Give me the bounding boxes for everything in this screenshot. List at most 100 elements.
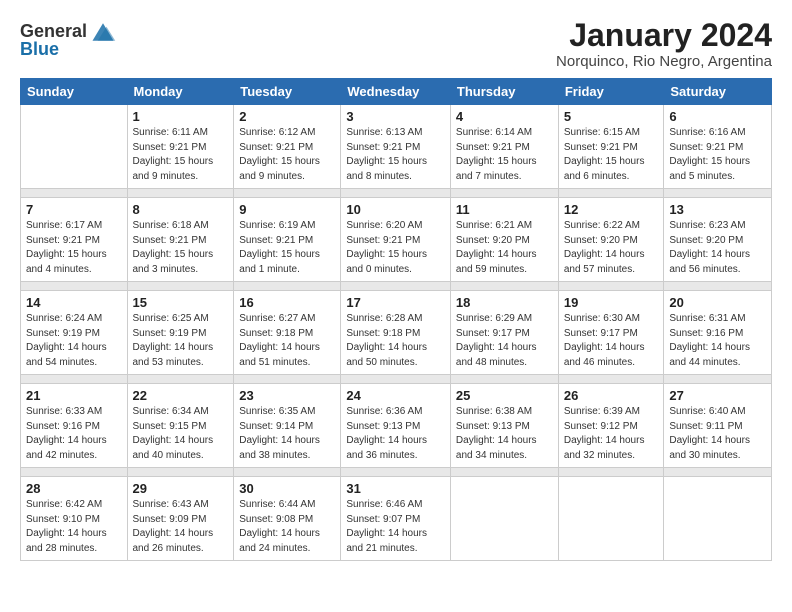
day-number: 7 — [26, 202, 122, 217]
col-saturday: Saturday — [664, 79, 772, 105]
day-info: Sunrise: 6:44 AMSunset: 9:08 PMDaylight:… — [239, 498, 335, 556]
calendar-header-row: Sunday Monday Tuesday Wednesday Thursday… — [21, 79, 772, 105]
col-sunday: Sunday — [21, 79, 128, 105]
calendar-cell: 21Sunrise: 6:33 AMSunset: 9:16 PMDayligh… — [21, 384, 128, 468]
day-number: 28 — [26, 481, 122, 496]
logo-text-blue: Blue — [20, 40, 59, 60]
week-divider — [21, 189, 772, 198]
day-number: 16 — [239, 295, 335, 310]
day-info: Sunrise: 6:28 AMSunset: 9:18 PMDaylight:… — [346, 312, 445, 370]
day-number: 15 — [133, 295, 229, 310]
day-info: Sunrise: 6:31 AMSunset: 9:16 PMDaylight:… — [669, 312, 766, 370]
calendar-cell: 3 Sunrise: 6:13 AMSunset: 9:21 PMDaylight… — [341, 105, 451, 189]
week-divider — [21, 375, 772, 384]
day-info: Sunrise: 6:34 AMSunset: 9:15 PMDaylight:… — [133, 405, 229, 463]
calendar-week-row: 7Sunrise: 6:17 AMSunset: 9:21 PMDaylight… — [21, 198, 772, 282]
calendar-cell: 22 Sunrise: 6:34 AMSunset: 9:15 PMDayligh… — [127, 384, 234, 468]
calendar-cell: 23Sunrise: 6:35 AMSunset: 9:14 PMDayligh… — [234, 384, 341, 468]
day-info: Sunrise: 6:12 AMSunset: 9:21 PMDaylight:… — [239, 126, 335, 184]
day-info: Sunrise: 6:21 AMSunset: 9:20 PMDaylight:… — [456, 219, 553, 277]
calendar-cell: 4Sunrise: 6:14 AMSunset: 9:21 PMDaylight… — [450, 105, 558, 189]
day-info: Sunrise: 6:22 AMSunset: 9:20 PMDaylight:… — [564, 219, 659, 277]
day-number: 1 — [133, 109, 229, 124]
day-info: Sunrise: 6:20 AMSunset: 9:21 PMDaylight:… — [346, 219, 445, 277]
day-number: 5 — [564, 109, 659, 124]
day-number: 8 — [133, 202, 229, 217]
calendar-cell: 9Sunrise: 6:19 AMSunset: 9:21 PMDaylight… — [234, 198, 341, 282]
day-number: 25 — [456, 388, 553, 403]
day-info: Sunrise: 6:42 AMSunset: 9:10 PMDaylight:… — [26, 498, 122, 556]
day-number: 13 — [669, 202, 766, 217]
calendar-cell — [558, 477, 664, 561]
day-number: 3 — [346, 109, 445, 124]
calendar-cell: 11 Sunrise: 6:21 AMSunset: 9:20 PMDayligh… — [450, 198, 558, 282]
calendar-cell: 26Sunrise: 6:39 AMSunset: 9:12 PMDayligh… — [558, 384, 664, 468]
day-info: Sunrise: 6:30 AMSunset: 9:17 PMDaylight:… — [564, 312, 659, 370]
day-info: Sunrise: 6:39 AMSunset: 9:12 PMDaylight:… — [564, 405, 659, 463]
week-divider — [21, 468, 772, 477]
calendar-cell: 29 Sunrise: 6:43 AMSunset: 9:09 PMDayligh… — [127, 477, 234, 561]
calendar-cell: 25 Sunrise: 6:38 AMSunset: 9:13 PMDayligh… — [450, 384, 558, 468]
calendar-week-row: 14 Sunrise: 6:24 AMSunset: 9:19 PMDayligh… — [21, 291, 772, 375]
col-friday: Friday — [558, 79, 664, 105]
day-info: Sunrise: 6:43 AMSunset: 9:09 PMDaylight:… — [133, 498, 229, 556]
day-info: Sunrise: 6:38 AMSunset: 9:13 PMDaylight:… — [456, 405, 553, 463]
calendar-cell: 28 Sunrise: 6:42 AMSunset: 9:10 PMDayligh… — [21, 477, 128, 561]
page-title: January 2024 — [556, 18, 772, 53]
day-number: 29 — [133, 481, 229, 496]
day-number: 2 — [239, 109, 335, 124]
calendar-cell: 7Sunrise: 6:17 AMSunset: 9:21 PMDaylight… — [21, 198, 128, 282]
day-info: Sunrise: 6:46 AMSunset: 9:07 PMDaylight:… — [346, 498, 445, 556]
day-number: 10 — [346, 202, 445, 217]
calendar-cell: 17 Sunrise: 6:28 AMSunset: 9:18 PMDayligh… — [341, 291, 451, 375]
calendar-cell — [664, 477, 772, 561]
calendar-cell: 13Sunrise: 6:23 AMSunset: 9:20 PMDayligh… — [664, 198, 772, 282]
day-info: Sunrise: 6:35 AMSunset: 9:14 PMDaylight:… — [239, 405, 335, 463]
calendar-cell: 18Sunrise: 6:29 AMSunset: 9:17 PMDayligh… — [450, 291, 558, 375]
day-info: Sunrise: 6:16 AMSunset: 9:21 PMDaylight:… — [669, 126, 766, 184]
day-info: Sunrise: 6:24 AMSunset: 9:19 PMDaylight:… — [26, 312, 122, 370]
day-number: 11 — [456, 202, 553, 217]
calendar-cell: 1Sunrise: 6:11 AMSunset: 9:21 PMDaylight… — [127, 105, 234, 189]
day-info: Sunrise: 6:36 AMSunset: 9:13 PMDaylight:… — [346, 405, 445, 463]
calendar-cell — [21, 105, 128, 189]
calendar-cell: 8 Sunrise: 6:18 AMSunset: 9:21 PMDaylight… — [127, 198, 234, 282]
calendar-cell: 24Sunrise: 6:36 AMSunset: 9:13 PMDayligh… — [341, 384, 451, 468]
calendar-cell: 16Sunrise: 6:27 AMSunset: 9:18 PMDayligh… — [234, 291, 341, 375]
day-info: Sunrise: 6:14 AMSunset: 9:21 PMDaylight:… — [456, 126, 553, 184]
calendar-cell: 31 Sunrise: 6:46 AMSunset: 9:07 PMDayligh… — [341, 477, 451, 561]
day-number: 20 — [669, 295, 766, 310]
calendar-cell: 27Sunrise: 6:40 AMSunset: 9:11 PMDayligh… — [664, 384, 772, 468]
day-info: Sunrise: 6:18 AMSunset: 9:21 PMDaylight:… — [133, 219, 229, 277]
day-number: 14 — [26, 295, 122, 310]
col-tuesday: Tuesday — [234, 79, 341, 105]
week-divider — [21, 282, 772, 291]
calendar-cell: 10 Sunrise: 6:20 AMSunset: 9:21 PMDayligh… — [341, 198, 451, 282]
calendar-cell: 2 Sunrise: 6:12 AMSunset: 9:21 PMDaylight… — [234, 105, 341, 189]
calendar-cell: 5 Sunrise: 6:15 AMSunset: 9:21 PMDaylight… — [558, 105, 664, 189]
day-info: Sunrise: 6:15 AMSunset: 9:21 PMDaylight:… — [564, 126, 659, 184]
day-number: 30 — [239, 481, 335, 496]
day-number: 17 — [346, 295, 445, 310]
day-number: 6 — [669, 109, 766, 124]
title-block: January 2024 Norquinco, Rio Negro, Argen… — [556, 18, 772, 70]
logo-icon — [89, 18, 117, 46]
day-number: 22 — [133, 388, 229, 403]
calendar-cell: 6 Sunrise: 6:16 AMSunset: 9:21 PMDaylight… — [664, 105, 772, 189]
day-info: Sunrise: 6:33 AMSunset: 9:16 PMDaylight:… — [26, 405, 122, 463]
header: General Blue January 2024 Norquinco, Rio… — [20, 18, 772, 70]
calendar-cell: 20 Sunrise: 6:31 AMSunset: 9:16 PMDayligh… — [664, 291, 772, 375]
day-number: 31 — [346, 481, 445, 496]
calendar-cell: 19Sunrise: 6:30 AMSunset: 9:17 PMDayligh… — [558, 291, 664, 375]
page-subtitle: Norquinco, Rio Negro, Argentina — [556, 53, 772, 70]
calendar-cell: 30 Sunrise: 6:44 AMSunset: 9:08 PMDayligh… — [234, 477, 341, 561]
calendar-cell: 14 Sunrise: 6:24 AMSunset: 9:19 PMDayligh… — [21, 291, 128, 375]
calendar-cell: 12 Sunrise: 6:22 AMSunset: 9:20 PMDayligh… — [558, 198, 664, 282]
day-info: Sunrise: 6:13 AMSunset: 9:21 PMDaylight:… — [346, 126, 445, 184]
day-info: Sunrise: 6:40 AMSunset: 9:11 PMDaylight:… — [669, 405, 766, 463]
calendar-cell — [450, 477, 558, 561]
logo: General Blue — [20, 18, 117, 60]
day-info: Sunrise: 6:25 AMSunset: 9:19 PMDaylight:… — [133, 312, 229, 370]
day-number: 12 — [564, 202, 659, 217]
col-monday: Monday — [127, 79, 234, 105]
